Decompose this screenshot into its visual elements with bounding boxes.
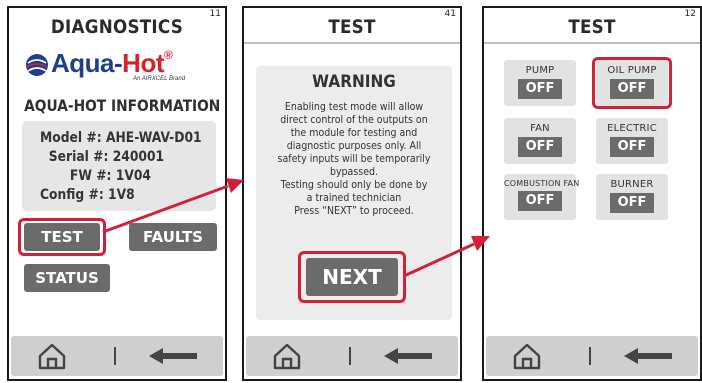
warning-line: direct control of the outputs on (280, 113, 428, 126)
fan-control: FAN OFF (504, 118, 576, 164)
bottom-nav-bar (246, 336, 458, 376)
aqua-hot-logo: Aqua-Hot® An AIRXCEL Brand (23, 48, 217, 86)
electric-label: ELECTRIC (607, 123, 657, 134)
warning-line: safety inputs will be temporarily (277, 152, 431, 165)
nav-separator (349, 347, 351, 365)
screen-title: TEST (328, 16, 376, 38)
home-icon[interactable] (37, 342, 67, 370)
oil-pump-control: OIL PUMP OFF (596, 60, 668, 106)
model-number: Model #: AHE-WAV-D01 (40, 130, 202, 146)
logo-wordmark: Aqua-Hot® (51, 48, 173, 78)
burner-control: BURNER OFF (596, 174, 668, 220)
screen-number: 41 (444, 9, 456, 19)
warning-line: Press “NEXT” to proceed. (294, 204, 414, 217)
config-version: Config #: 1V8 (40, 187, 135, 203)
warning-line: the module for testing and (290, 126, 418, 139)
warning-title: WARNING (312, 72, 396, 92)
warning-line: bypassed. (329, 165, 379, 178)
burner-label: BURNER (610, 179, 654, 190)
bottom-nav-bar (486, 336, 698, 376)
screen-title: TEST (568, 16, 616, 38)
test-button[interactable]: TEST (24, 223, 100, 251)
back-arrow-icon[interactable] (624, 348, 672, 364)
fan-label: FAN (530, 123, 550, 134)
pump-label: PUMP (525, 65, 555, 76)
warning-message: Enabling test mode will allow direct con… (275, 100, 433, 217)
oil-pump-toggle-button[interactable]: OFF (610, 79, 654, 99)
back-arrow-icon[interactable] (384, 348, 432, 364)
pump-control: PUMP OFF (504, 60, 576, 106)
nav-separator (114, 347, 116, 365)
screen-title: DIAGNOSTICS (50, 16, 184, 38)
title-divider (244, 42, 460, 44)
next-button[interactable]: NEXT (306, 258, 398, 296)
oil-pump-label: OIL PUMP (607, 65, 657, 76)
pump-toggle-button[interactable]: OFF (518, 79, 562, 99)
globe-logo-icon (26, 54, 48, 76)
test-controls-screen: TEST 12 PUMP OFF OIL PUMP OFF FAN OFF EL… (482, 6, 702, 381)
combustion-fan-toggle-button[interactable]: OFF (518, 191, 562, 211)
nav-separator (589, 347, 591, 365)
screen-number: 12 (684, 9, 696, 19)
back-arrow-icon[interactable] (149, 348, 197, 364)
info-heading: AQUA-HOT INFORMATION (24, 96, 221, 115)
faults-button[interactable]: FAULTS (129, 223, 217, 251)
home-icon[interactable] (512, 342, 542, 370)
burner-toggle-button[interactable]: OFF (610, 193, 654, 213)
warning-line: Enabling test mode will allow (284, 100, 424, 113)
home-icon[interactable] (272, 342, 302, 370)
status-button[interactable]: STATUS (24, 264, 110, 292)
warning-line: diagnostic purposes only. All (286, 139, 422, 152)
logo-tagline: An AIRXCEL Brand (133, 76, 186, 82)
warning-line: a trained technician (306, 191, 402, 204)
test-warning-screen: TEST 41 WARNING Enabling test mode will … (242, 6, 462, 381)
info-panel: Model #: AHE-WAV-D01 Serial #: 240001 FW… (22, 121, 216, 211)
electric-control: ELECTRIC OFF (596, 118, 668, 164)
fan-toggle-button[interactable]: OFF (518, 137, 562, 157)
combustion-fan-control: COMBUSTION FAN OFF (504, 174, 580, 220)
combustion-fan-label: COMBUSTION FAN (504, 179, 580, 188)
serial-number: Serial #: 240001 (48, 149, 165, 165)
title-divider (484, 42, 700, 44)
diagnostics-screen: DIAGNOSTICS 11 Aqua-Hot® An AIRXCEL Bran… (7, 6, 227, 381)
electric-toggle-button[interactable]: OFF (610, 137, 654, 157)
bottom-nav-bar (11, 336, 223, 376)
screen-number: 11 (209, 9, 221, 19)
warning-line: Testing should only be done by (280, 178, 428, 191)
firmware-version: FW #: 1V04 (69, 168, 152, 184)
